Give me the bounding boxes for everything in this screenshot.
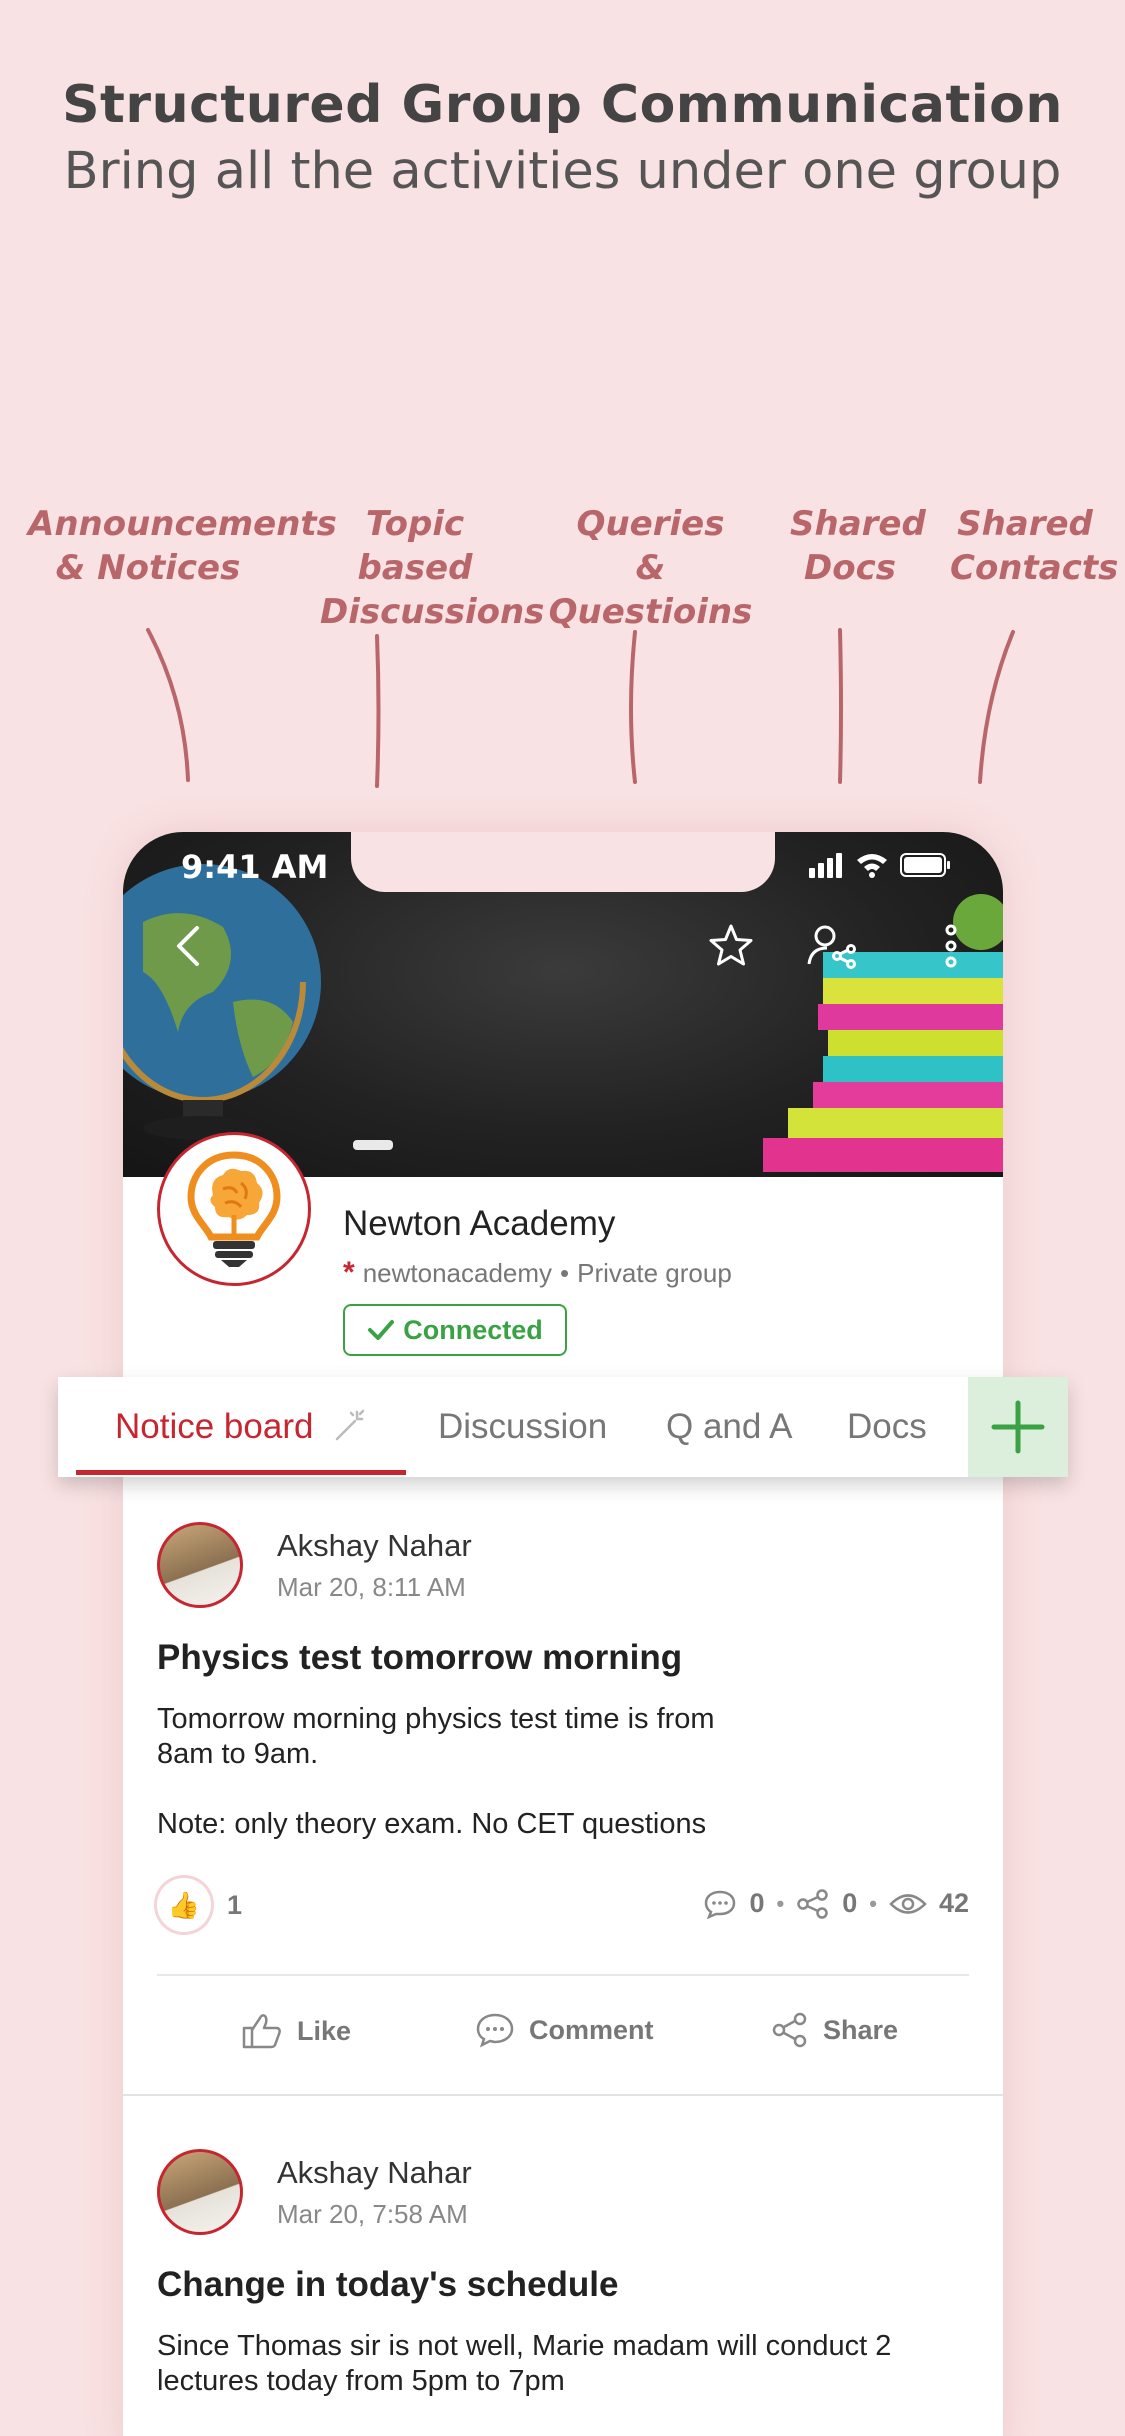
add-tab-button[interactable] — [968, 1377, 1068, 1477]
post-timestamp: Mar 20, 8:11 AM — [277, 1572, 466, 1602]
feature-label-line1: Shared — [957, 504, 1093, 544]
group-logo — [157, 1132, 311, 1286]
back-chevron-icon[interactable] — [163, 918, 219, 974]
feature-label-queries: Queries & Questioins — [548, 502, 753, 634]
feature-label-line1: Announcements — [28, 504, 337, 544]
group-meta: * newtonacademy • Private group — [343, 1256, 732, 1290]
connector-line — [978, 630, 1015, 784]
phone-notch — [351, 832, 775, 892]
tab-q-and-a[interactable]: Q and A — [666, 1377, 792, 1477]
comment-button[interactable]: Comment — [475, 2012, 654, 2048]
checkmark-icon — [368, 1320, 395, 1340]
subline: Bring all the activities under one group — [63, 142, 1062, 201]
status-bar-icons — [809, 853, 950, 878]
wifi-icon — [857, 854, 887, 864]
comment-icon — [705, 1890, 736, 1919]
feature-label-line1: Shared — [790, 504, 926, 544]
feature-label-line2: & Notices — [55, 548, 241, 588]
headline: Structured Group Communication — [62, 75, 1063, 135]
stats-separator: • — [869, 1890, 877, 1916]
tab-docs[interactable]: Docs — [847, 1377, 927, 1477]
view-count: 42 — [938, 1888, 969, 1918]
share-label: Share — [823, 2014, 899, 2045]
connected-button[interactable]: Connected — [343, 1304, 567, 1356]
post-author[interactable]: Akshay Nahar — [277, 2155, 472, 2191]
avatar[interactable] — [157, 2149, 243, 2235]
connector-line — [375, 634, 381, 788]
post-separator — [123, 2094, 1003, 2096]
comment-label: Comment — [529, 2014, 654, 2045]
post-title: Physics test tomorrow morning — [157, 1638, 683, 1677]
thumbs-up-icon — [242, 2014, 281, 2049]
share-contact-icon[interactable] — [803, 918, 859, 974]
group-tab-bar: Notice board Discussion Q and A Docs — [58, 1377, 1068, 1477]
feature-label-line2: Docs — [804, 548, 896, 588]
feature-label-line1: Topic based — [357, 504, 473, 588]
like-button[interactable]: Like — [241, 2012, 351, 2050]
phone-screen: 9:41 AM Newton Academy * newtonacademy •… — [123, 832, 1003, 2436]
plus-icon — [991, 1400, 1045, 1454]
feature-label-contacts: Shared Contacts — [950, 502, 1119, 590]
group-privacy: Private group — [577, 1257, 732, 1288]
post-divider — [157, 1974, 969, 1976]
thumbs-up-reaction-icon[interactable]: 👍 — [157, 1878, 211, 1932]
stats-separator: • — [776, 1890, 785, 1916]
like-count: 1 — [227, 1890, 243, 1920]
post-timestamp: Mar 20, 7:58 AM — [277, 2199, 468, 2229]
connector-line — [838, 628, 843, 784]
active-tab-indicator — [76, 1470, 406, 1475]
post-author[interactable]: Akshay Nahar — [277, 1528, 472, 1564]
tab-notice-board[interactable]: Notice board — [115, 1377, 367, 1477]
feature-label-discussions: Topic based Discussions — [320, 502, 544, 634]
feature-connector-lines — [146, 628, 1015, 788]
tab-discussion[interactable]: Discussion — [438, 1377, 607, 1477]
comment-count: 0 — [749, 1888, 765, 1918]
feature-label-line1: Queries — [576, 504, 725, 544]
more-options-icon[interactable] — [923, 918, 979, 974]
connector-line — [146, 628, 190, 782]
feature-label-line2: Contacts — [950, 548, 1119, 588]
avatar[interactable] — [157, 1522, 243, 1608]
magic-wand-icon — [336, 1409, 365, 1441]
share-count: 0 — [842, 1888, 858, 1918]
connected-label: Connected — [403, 1314, 543, 1345]
group-name: Newton Academy — [343, 1204, 616, 1243]
lightbulb-brain-icon — [187, 1151, 281, 1267]
group-handle: newtonacademy — [362, 1257, 553, 1288]
like-label: Like — [297, 2015, 352, 2046]
post-body: Tomorrow morning physics test time is fr… — [157, 1703, 715, 1840]
feature-label-announcements: Announcements & Notices — [28, 502, 337, 590]
group-type-icon: * — [343, 1256, 355, 1289]
meta-separator: • — [560, 1257, 570, 1288]
share-icon — [772, 2012, 807, 2048]
tab-label: Notice board — [115, 1407, 314, 1446]
views-eye-icon — [889, 1893, 927, 1914]
post-title: Change in today's schedule — [157, 2265, 619, 2304]
favorite-star-icon[interactable] — [703, 918, 759, 974]
comment-icon — [476, 2013, 514, 2048]
tab-label: Discussion — [438, 1407, 608, 1446]
post-body: Since Thomas sir is not well, Marie mada… — [157, 2330, 892, 2397]
status-bar-time: 9:41 AM — [181, 848, 329, 886]
post-stats: 0 • 0 • 42 — [703, 1888, 969, 1919]
tab-label: Docs — [847, 1407, 927, 1446]
feature-label-docs: Shared Docs — [790, 502, 926, 590]
connector-line — [629, 630, 637, 784]
share-button[interactable]: Share — [771, 2012, 898, 2048]
tab-label: Q and A — [666, 1407, 793, 1446]
share-icon — [797, 1888, 828, 1919]
signal-icon — [809, 868, 815, 878]
